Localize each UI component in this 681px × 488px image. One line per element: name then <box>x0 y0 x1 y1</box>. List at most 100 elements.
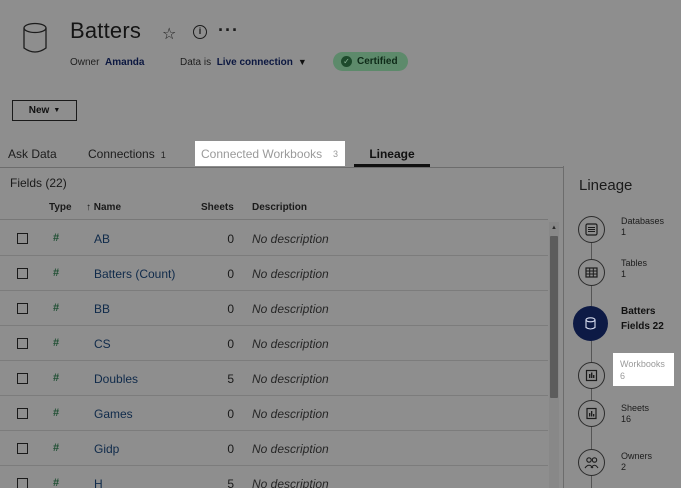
lineage-item-count: 1 <box>621 269 627 279</box>
lineage-item-label: Owners <box>621 451 653 461</box>
lineage-item-sheets[interactable]: Sheets 16 <box>621 403 649 425</box>
tab-label: Ask Data <box>8 147 57 161</box>
table-row[interactable]: # Batters (Count) 0 No description <box>0 256 548 291</box>
table-icon[interactable] <box>578 259 605 286</box>
column-name-sorted[interactable]: ↑ Name <box>86 202 121 213</box>
row-checkbox[interactable] <box>17 233 28 244</box>
table-row[interactable]: # Gidp 0 No description <box>0 431 548 466</box>
caret-down-icon[interactable]: ▼ <box>298 57 307 67</box>
field-name-link[interactable]: BB <box>94 302 110 316</box>
sheets-count: 0 <box>227 407 234 421</box>
lineage-item-label: Sheets <box>621 403 650 413</box>
table-row[interactable]: # H 5 No description <box>0 466 548 488</box>
table-row[interactable]: # AB 0 No description <box>0 221 548 256</box>
fields-heading: Fields (22) <box>10 176 67 190</box>
row-checkbox[interactable] <box>17 408 28 419</box>
datasource-header: Batters ☆ i ··· Owner Amanda Data is Liv… <box>0 0 681 142</box>
scroll-up-icon[interactable]: ▲ <box>551 225 557 231</box>
field-name-link[interactable]: Doubles <box>94 372 138 386</box>
certified-label: Certified <box>357 56 398 67</box>
lineage-item-count: 1 <box>621 227 627 237</box>
table-row[interactable]: # BB 0 No description <box>0 291 548 326</box>
lineage-item-tables[interactable]: Tables 1 <box>621 258 647 280</box>
field-name-link[interactable]: H <box>94 477 103 488</box>
sheets-count: 0 <box>227 267 234 281</box>
tab-label: Lineage <box>369 147 415 161</box>
scrollbar-thumb[interactable] <box>550 236 558 398</box>
field-name-link[interactable]: Batters (Count) <box>94 267 175 281</box>
tab-ask-data[interactable]: Ask Data <box>8 147 57 161</box>
sheets-count: 0 <box>227 337 234 351</box>
lineage-item-databases[interactable]: Databases 1 <box>621 216 664 238</box>
column-type[interactable]: Type <box>49 202 72 213</box>
field-description: No description <box>252 337 329 351</box>
tab-label: Connected Workbooks <box>201 147 323 161</box>
number-type-icon: # <box>53 477 60 488</box>
owner-label: Owner <box>70 57 100 68</box>
workbook-icon[interactable] <box>578 362 605 389</box>
table-row[interactable]: # CS 0 No description <box>0 326 548 361</box>
sheets-count: 5 <box>227 372 234 386</box>
tab-count: 3 <box>333 149 339 159</box>
new-button[interactable]: New ▼ <box>12 100 77 121</box>
row-checkbox[interactable] <box>17 303 28 314</box>
field-description: No description <box>252 232 329 246</box>
field-description: No description <box>252 407 329 421</box>
number-type-icon: # <box>53 442 60 454</box>
field-description: No description <box>252 477 329 488</box>
more-options-icon[interactable]: ··· <box>218 20 239 41</box>
lineage-item-owners[interactable]: Owners 2 <box>621 451 652 473</box>
lineage-item-count: Fields 22 <box>621 321 664 332</box>
lineage-panel: Lineage Databases 1 Tables 1 Batters Fie… <box>563 166 681 488</box>
sheet-icon[interactable] <box>578 400 605 427</box>
number-type-icon: # <box>53 302 60 314</box>
datasource-icon <box>23 22 47 53</box>
column-description[interactable]: Description <box>252 202 307 213</box>
connection-dropdown[interactable]: Live connection <box>217 57 293 68</box>
table-row[interactable]: # Games 0 No description <box>0 396 548 431</box>
field-description: No description <box>252 372 329 386</box>
row-checkbox[interactable] <box>17 478 28 488</box>
datasource-icon[interactable] <box>573 306 608 341</box>
owner-info: Owner Amanda <box>70 57 144 68</box>
lineage-item-workbooks[interactable]: Workbooks 6 <box>613 353 674 386</box>
sheets-count: 0 <box>227 442 234 456</box>
field-name-link[interactable]: CS <box>94 337 111 351</box>
tab-connected-workbooks[interactable]: Connected Workbooks 3 <box>195 141 345 166</box>
row-checkbox[interactable] <box>17 373 28 384</box>
sheets-count: 5 <box>227 477 234 488</box>
table-row[interactable]: # Doubles 5 No description <box>0 361 548 396</box>
owners-icon[interactable] <box>578 449 605 476</box>
column-sheets[interactable]: Sheets <box>201 202 234 213</box>
checkmark-icon: ✓ <box>341 56 352 67</box>
table-header: Type ↑ Name Sheets Description <box>0 200 548 220</box>
new-button-label: New <box>28 105 50 116</box>
info-icon[interactable]: i <box>193 25 207 39</box>
tab-label: Connections <box>88 147 155 161</box>
field-name-link[interactable]: Games <box>94 407 133 421</box>
field-description: No description <box>252 442 329 456</box>
certified-badge[interactable]: ✓ Certified <box>333 52 408 71</box>
number-type-icon: # <box>53 337 60 349</box>
row-checkbox[interactable] <box>17 443 28 454</box>
database-icon[interactable] <box>578 216 605 243</box>
lineage-item-count: 6 <box>620 371 626 381</box>
owner-name-link[interactable]: Amanda <box>105 57 144 68</box>
lineage-item-count: 16 <box>621 414 632 424</box>
field-name-link[interactable]: AB <box>94 232 110 246</box>
field-description: No description <box>252 302 329 316</box>
lineage-item-label: Tables <box>621 258 648 268</box>
lineage-item-label: Batters <box>621 306 656 317</box>
lineage-item-current: Batters Fields 22 <box>621 304 664 334</box>
tab-lineage[interactable]: Lineage <box>354 147 430 167</box>
number-type-icon: # <box>53 232 60 244</box>
field-name-link[interactable]: Gidp <box>94 442 119 456</box>
sheets-count: 0 <box>227 232 234 246</box>
row-checkbox[interactable] <box>17 338 28 349</box>
tab-connections[interactable]: Connections 1 <box>88 147 166 161</box>
row-checkbox[interactable] <box>17 268 28 279</box>
lineage-item-label: Workbooks <box>620 359 665 369</box>
star-icon[interactable]: ☆ <box>162 24 176 44</box>
caret-down-icon: ▼ <box>53 107 61 114</box>
connection-info: Data is Live connection ▼ <box>180 57 307 68</box>
